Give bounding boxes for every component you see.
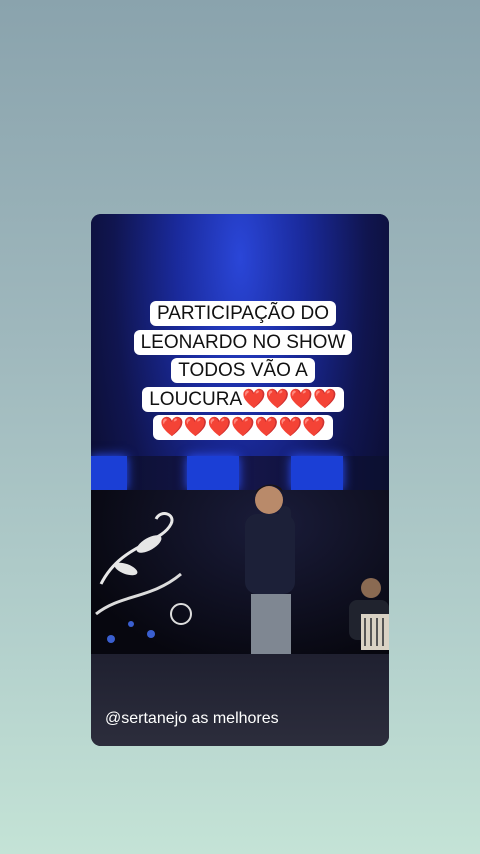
caption-overlay: PARTICIPAÇÃO DO LEONARDO NO SHOW TODOS V… <box>131 300 355 443</box>
caption-line: LOUCURA❤️❤️❤️❤️ <box>142 386 344 412</box>
decorative-scroll <box>95 512 192 643</box>
performer-figure <box>245 484 295 654</box>
caption-line: PARTICIPAÇÃO DO <box>149 301 337 326</box>
video-card[interactable]: PARTICIPAÇÃO DO LEONARDO NO SHOW TODOS V… <box>91 214 389 746</box>
stage-light <box>91 456 127 490</box>
video-footer <box>91 654 389 746</box>
account-handle[interactable]: @sertanejo as melhores <box>105 710 279 728</box>
caption-line: LEONARDO NO SHOW <box>133 329 353 355</box>
caption-line: ❤️❤️❤️❤️❤️❤️❤️ <box>153 415 333 440</box>
video-frame[interactable]: PARTICIPAÇÃO DO LEONARDO NO SHOW TODOS V… <box>91 214 389 654</box>
accordion-player <box>349 578 389 650</box>
caption-line: TODOS VÃO A <box>171 358 315 383</box>
